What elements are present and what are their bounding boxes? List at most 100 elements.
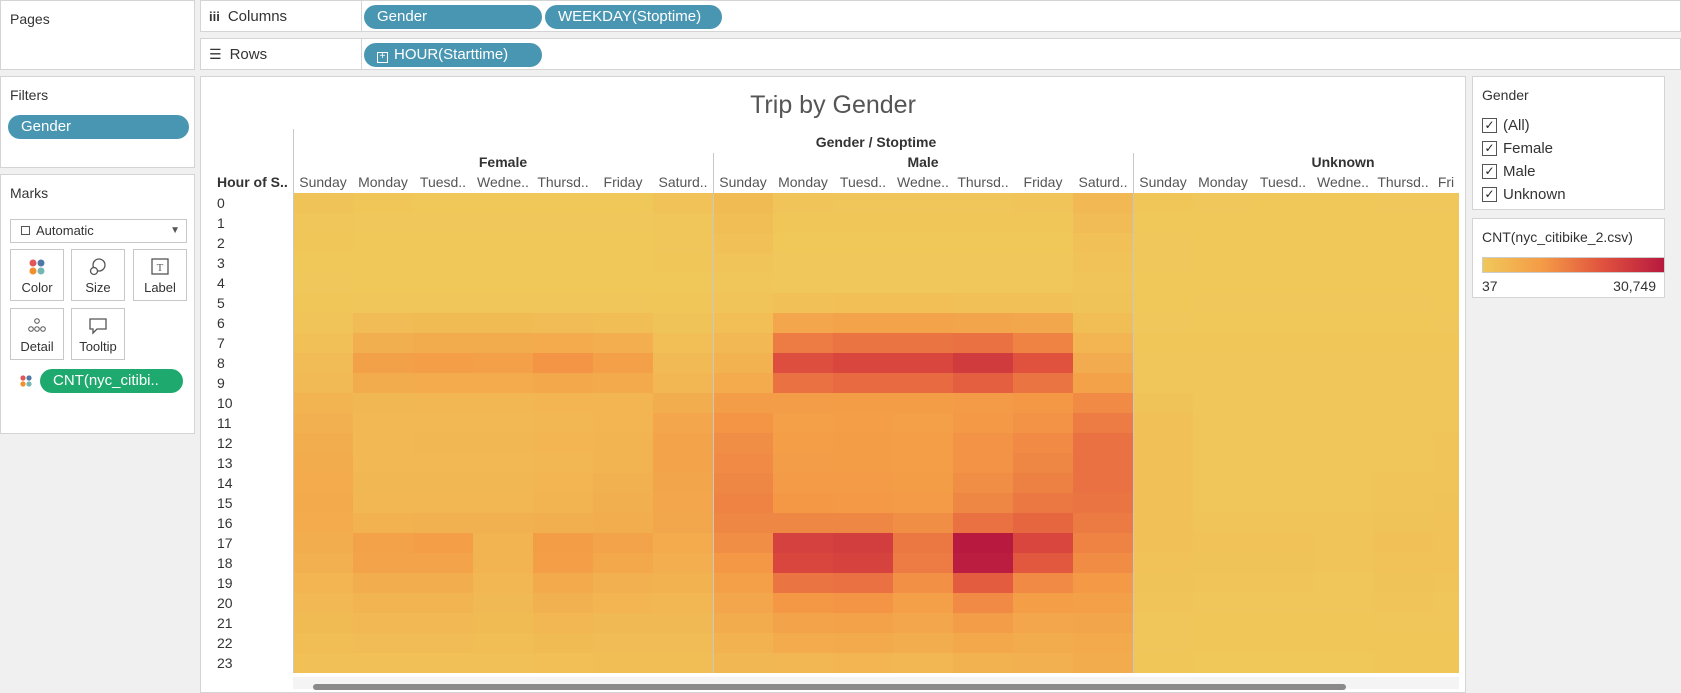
heatmap-cell[interactable]: [1373, 393, 1433, 413]
heatmap-cell[interactable]: [1193, 393, 1253, 413]
heatmap-cell[interactable]: [1253, 453, 1313, 473]
heatmap-cell[interactable]: [593, 373, 653, 393]
heatmap-cell[interactable]: [293, 333, 353, 353]
heatmap-cell[interactable]: [1313, 413, 1373, 433]
heatmap-cell[interactable]: [773, 473, 833, 493]
heatmap-cell[interactable]: [353, 353, 413, 373]
heatmap-cell[interactable]: [293, 493, 353, 513]
heatmap-cell[interactable]: [473, 233, 533, 253]
heatmap-cell[interactable]: [833, 573, 893, 593]
heatmap-cell[interactable]: [1373, 213, 1433, 233]
heatmap-cell[interactable]: [353, 253, 413, 273]
heatmap-cell[interactable]: [1133, 593, 1193, 613]
heatmap-cell[interactable]: [593, 353, 653, 373]
heatmap-cell[interactable]: [953, 573, 1013, 593]
heatmap-cell[interactable]: [1373, 553, 1433, 573]
heatmap-cell[interactable]: [1373, 273, 1433, 293]
heatmap-cell[interactable]: [833, 593, 893, 613]
heatmap-cell[interactable]: [1433, 373, 1459, 393]
heatmap-cell[interactable]: [653, 353, 713, 373]
heatmap-cell[interactable]: [953, 493, 1013, 513]
heatmap-cell[interactable]: [293, 353, 353, 373]
heatmap-cell[interactable]: [293, 513, 353, 533]
heatmap-cell[interactable]: [1073, 653, 1133, 673]
heatmap-cell[interactable]: [1013, 233, 1073, 253]
heatmap-cell[interactable]: [473, 493, 533, 513]
heatmap-cell[interactable]: [953, 293, 1013, 313]
heatmap-cell[interactable]: [293, 573, 353, 593]
heatmap-cell[interactable]: [1433, 653, 1459, 673]
heatmap-cell[interactable]: [1373, 193, 1433, 213]
heatmap-cell[interactable]: [413, 613, 473, 633]
heatmap-cell[interactable]: [953, 653, 1013, 673]
heatmap-cell[interactable]: [1133, 253, 1193, 273]
heatmap-cell[interactable]: [893, 653, 953, 673]
heatmap-cell[interactable]: [293, 193, 353, 213]
heatmap-cell[interactable]: [1313, 213, 1373, 233]
heatmap-cell[interactable]: [833, 433, 893, 453]
heatmap-cell[interactable]: [893, 613, 953, 633]
heatmap-cell[interactable]: [773, 373, 833, 393]
heatmap-cell[interactable]: [1013, 353, 1073, 373]
heatmap-cell[interactable]: [773, 533, 833, 553]
heatmap-cell[interactable]: [1193, 293, 1253, 313]
heatmap-cell[interactable]: [1013, 533, 1073, 553]
heatmap-cell[interactable]: [1193, 493, 1253, 513]
heatmap-cell[interactable]: [1313, 293, 1373, 313]
heatmap-cell[interactable]: [1133, 213, 1193, 233]
heatmap-cell[interactable]: [833, 273, 893, 293]
heatmap-cell[interactable]: [653, 573, 713, 593]
heatmap-cell[interactable]: [1253, 233, 1313, 253]
heatmap-cell[interactable]: [353, 213, 413, 233]
heatmap-cell[interactable]: [953, 613, 1013, 633]
heatmap-cell[interactable]: [1313, 613, 1373, 633]
heatmap-cell[interactable]: [893, 213, 953, 233]
heatmap-cell[interactable]: [1133, 513, 1193, 533]
heatmap-cell[interactable]: [893, 253, 953, 273]
heatmap-cell[interactable]: [1073, 373, 1133, 393]
heatmap-cell[interactable]: [713, 193, 773, 213]
heatmap-cell[interactable]: [413, 413, 473, 433]
size-button[interactable]: Size: [71, 249, 125, 301]
heatmap-cell[interactable]: [1073, 613, 1133, 633]
heatmap-cell[interactable]: [593, 233, 653, 253]
heatmap-cell[interactable]: [473, 213, 533, 233]
heatmap-cell[interactable]: [1133, 573, 1193, 593]
heatmap-cell[interactable]: [1433, 253, 1459, 273]
heatmap-cell[interactable]: [1433, 193, 1459, 213]
heatmap-cell[interactable]: [1253, 613, 1313, 633]
heatmap-cell[interactable]: [413, 653, 473, 673]
heatmap-cell[interactable]: [773, 553, 833, 573]
heatmap-cell[interactable]: [1373, 593, 1433, 613]
heatmap-cell[interactable]: [833, 413, 893, 433]
heatmap-cell[interactable]: [653, 553, 713, 573]
heatmap-cell[interactable]: [293, 393, 353, 413]
heatmap-cell[interactable]: [1013, 253, 1073, 273]
heatmap-cell[interactable]: [353, 473, 413, 493]
heatmap-cell[interactable]: [773, 313, 833, 333]
heatmap-cell[interactable]: [1253, 353, 1313, 373]
heatmap-cell[interactable]: [1073, 393, 1133, 413]
heatmap-cell[interactable]: [353, 653, 413, 673]
heatmap-cell[interactable]: [773, 193, 833, 213]
heatmap-cell[interactable]: [1073, 633, 1133, 653]
heatmap-cell[interactable]: [713, 613, 773, 633]
heatmap-cell[interactable]: [713, 633, 773, 653]
heatmap-cell[interactable]: [293, 213, 353, 233]
heatmap-cell[interactable]: [1313, 353, 1373, 373]
heatmap-cell[interactable]: [1013, 313, 1073, 333]
heatmap-cell[interactable]: [653, 513, 713, 533]
heatmap-cell[interactable]: [653, 333, 713, 353]
heatmap-cell[interactable]: [1253, 273, 1313, 293]
heatmap-cell[interactable]: [413, 373, 473, 393]
heatmap-cell[interactable]: [653, 473, 713, 493]
heatmap-cell[interactable]: [413, 393, 473, 413]
heatmap-cell[interactable]: [1253, 573, 1313, 593]
heatmap-cell[interactable]: [353, 273, 413, 293]
heatmap-cell[interactable]: [653, 633, 713, 653]
heatmap-cell[interactable]: [533, 253, 593, 273]
heatmap-cell[interactable]: [1133, 313, 1193, 333]
heatmap-cell[interactable]: [1313, 493, 1373, 513]
heatmap-cell[interactable]: [893, 633, 953, 653]
heatmap-cell[interactable]: [1313, 513, 1373, 533]
